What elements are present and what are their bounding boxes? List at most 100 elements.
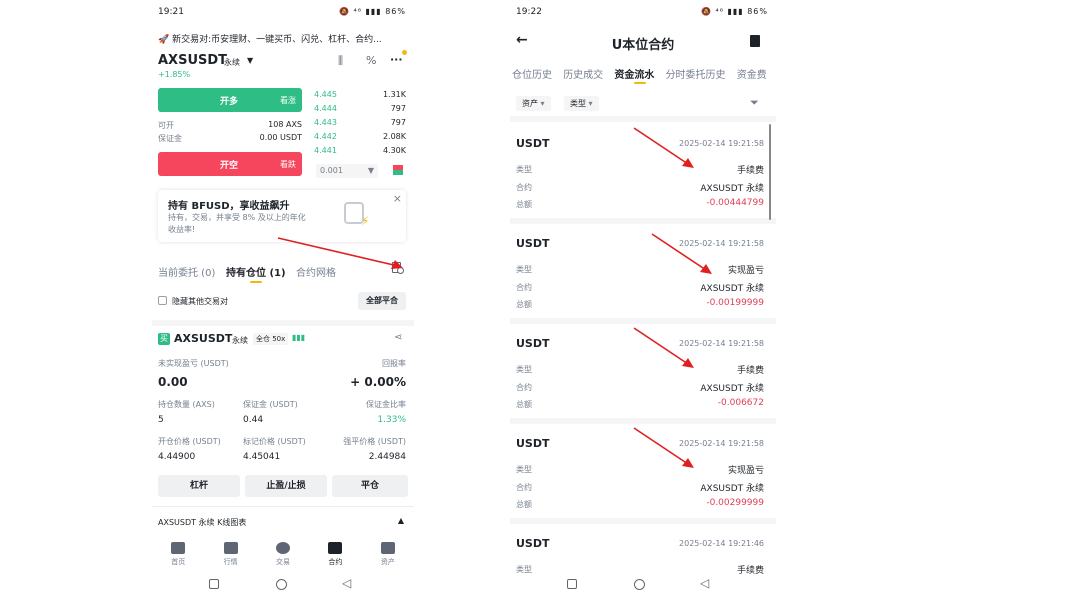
order-book-row[interactable]: 4.442 2.08K (314, 132, 406, 141)
record-type-label: 类型 (516, 565, 532, 574)
depth-step-value: 0.001 (320, 166, 343, 175)
qty-value: 5 (158, 415, 164, 425)
kline-bar[interactable]: AXSUSDT 永续 K线图表 ▲ (152, 506, 414, 534)
margin-mode-badge[interactable]: 全仓 50x (253, 333, 289, 345)
share-icon[interactable]: ⋖ (394, 332, 402, 343)
more-menu-icon[interactable]: ··· (390, 53, 403, 66)
tab-funding-flow[interactable]: 资金流水 (614, 70, 654, 81)
annotation-arrow-shaft (633, 327, 689, 365)
tpsl-button[interactable]: 止盈/止损 (245, 475, 327, 497)
record-type-label: 类型 (516, 265, 532, 274)
record-currency[interactable]: USDT (516, 337, 550, 350)
home-circle-icon[interactable] (634, 579, 645, 590)
record-tabs: 仓位历史 历史成交 资金流水 分时委托历史 资金费 (512, 66, 776, 81)
leverage-button[interactable]: 杠杆 (158, 475, 240, 497)
roe-label: 回报率 (382, 359, 406, 368)
record-amount-label: 总额 (516, 400, 532, 409)
book-layout-icon[interactable] (393, 165, 403, 175)
annotation-arrow-head (682, 158, 694, 168)
tab-open-orders[interactable]: 当前委托 (0) (158, 264, 215, 279)
order-book-qty: 797 (390, 104, 406, 113)
recent-apps-icon[interactable] (209, 579, 219, 589)
filter-funnel-icon[interactable]: ⏷ (750, 96, 759, 110)
record-currency[interactable]: USDT (516, 437, 550, 450)
home-circle-icon[interactable] (276, 579, 287, 590)
position-symbol[interactable]: AXSUSDT (174, 332, 232, 345)
order-book-price: 4.444 (314, 104, 337, 113)
export-doc-icon[interactable] (750, 35, 760, 47)
type-filter[interactable]: 类型 ▾ (564, 96, 599, 111)
promo-title: 持有 BFUSD，享收益飙升 (168, 201, 290, 212)
nav-trade[interactable]: 交易 (257, 538, 309, 572)
percent-icon[interactable]: % (366, 54, 376, 67)
order-book-row[interactable]: 4.445 1.31K (314, 90, 406, 99)
record-amount-value: -0.00299999 (706, 498, 764, 508)
home-icon (171, 542, 186, 554)
record-contract-value: AXSUSDT 永续 (700, 284, 764, 294)
pair-symbol[interactable]: AXSUSDT (158, 53, 227, 68)
depth-step-select[interactable]: 0.001 ▼ (316, 164, 378, 178)
record-amount-label: 总额 (516, 200, 532, 209)
close-all-button[interactable]: 全部平合 (358, 292, 406, 310)
section-divider (510, 116, 776, 122)
margin-label: 保证金 (158, 134, 182, 143)
pair-dropdown-icon[interactable]: ▼ (247, 56, 253, 65)
tab-position-history[interactable]: 仓位历史 (512, 70, 552, 81)
record-currency[interactable]: USDT (516, 137, 550, 150)
hide-other-checkbox[interactable] (158, 296, 167, 305)
record-contract-label: 合约 (516, 383, 532, 392)
order-book-price: 4.445 (314, 90, 337, 99)
annotation-arrow-1 (277, 237, 403, 269)
bottom-nav: 首页 行情 交易 合约 资产 (152, 538, 414, 572)
open-long-tag: 看涨 (280, 96, 296, 105)
page-title: U本位合约 (611, 38, 675, 53)
nav-assets[interactable]: 资产 (362, 538, 414, 572)
nav-markets[interactable]: 行情 (204, 538, 256, 572)
order-book-qty: 797 (390, 118, 406, 127)
order-book-row[interactable]: 4.443 797 (314, 118, 406, 127)
record-type-label: 类型 (516, 365, 532, 374)
pair-type: 永续 (224, 58, 240, 67)
leverage-bars-icon: ▮▮▮ (292, 333, 306, 342)
record-currency[interactable]: USDT (516, 537, 550, 550)
tab-active-indicator (250, 281, 262, 283)
mark-price-value: 4.45041 (243, 452, 281, 462)
announcement-text: 新交易对:币安理财、一键买币、闪兑、杠杆、合约... (172, 35, 382, 45)
close-position-button[interactable]: 平仓 (332, 475, 408, 497)
open-short-button[interactable]: 开空 看跌 (158, 152, 302, 176)
scrollbar[interactable] (769, 124, 771, 220)
asset-filter[interactable]: 资产 ▾ (516, 96, 551, 111)
back-triangle-icon[interactable]: ◁ (342, 576, 351, 590)
rocket-icon: 🚀 (158, 35, 170, 45)
open-long-button[interactable]: 开多 看涨 (158, 88, 302, 112)
open-long-label: 开多 (220, 97, 239, 107)
record-contract-label: 合约 (516, 283, 532, 292)
right-phone-screen: 19:22 🔕 ⁴⁶ ▮▮▮ 86% ← U本位合约 仓位历史 历史成交 资金流… (510, 0, 776, 600)
annotation-arrow-shaft (651, 233, 707, 271)
record-contract-value: AXSUSDT 永续 (700, 384, 764, 394)
record-contract-label: 合约 (516, 183, 532, 192)
ratio-value: 1.33% (377, 415, 406, 425)
position-margin-value: 0.44 (243, 415, 264, 425)
notification-dot (402, 50, 407, 55)
record-amount-value: -0.006672 (717, 398, 764, 408)
pnl-value: 0.00 (158, 375, 188, 389)
record-currency[interactable]: USDT (516, 237, 550, 250)
buy-side-badge: 买 (158, 333, 170, 345)
tab-trade-history[interactable]: 历史成交 (563, 70, 603, 81)
kline-bar-label: AXSUSDT 永续 K线图表 (158, 518, 247, 527)
close-icon[interactable]: × (393, 192, 402, 205)
order-book-row[interactable]: 4.441 4.30K (314, 146, 406, 155)
recent-apps-icon[interactable] (567, 579, 577, 589)
tab-funding-fee[interactable]: 资金费 (737, 70, 767, 81)
annotation-arrow-shaft (633, 127, 689, 165)
nav-home[interactable]: 首页 (152, 538, 204, 572)
hide-other-label: 隐藏其他交易对 (172, 297, 228, 306)
nav-futures[interactable]: 合约 (309, 538, 361, 572)
tab-twap-history[interactable]: 分时委托历史 (666, 70, 726, 81)
candlestick-icon[interactable]: ⫼ (338, 54, 343, 68)
back-triangle-icon[interactable]: ◁ (700, 576, 709, 590)
record-divider (510, 218, 776, 224)
announcement-banner[interactable]: 🚀 新交易对:币安理财、一键买币、闪兑、杠杆、合约... (158, 32, 388, 45)
order-book-row[interactable]: 4.444 797 (314, 104, 406, 113)
